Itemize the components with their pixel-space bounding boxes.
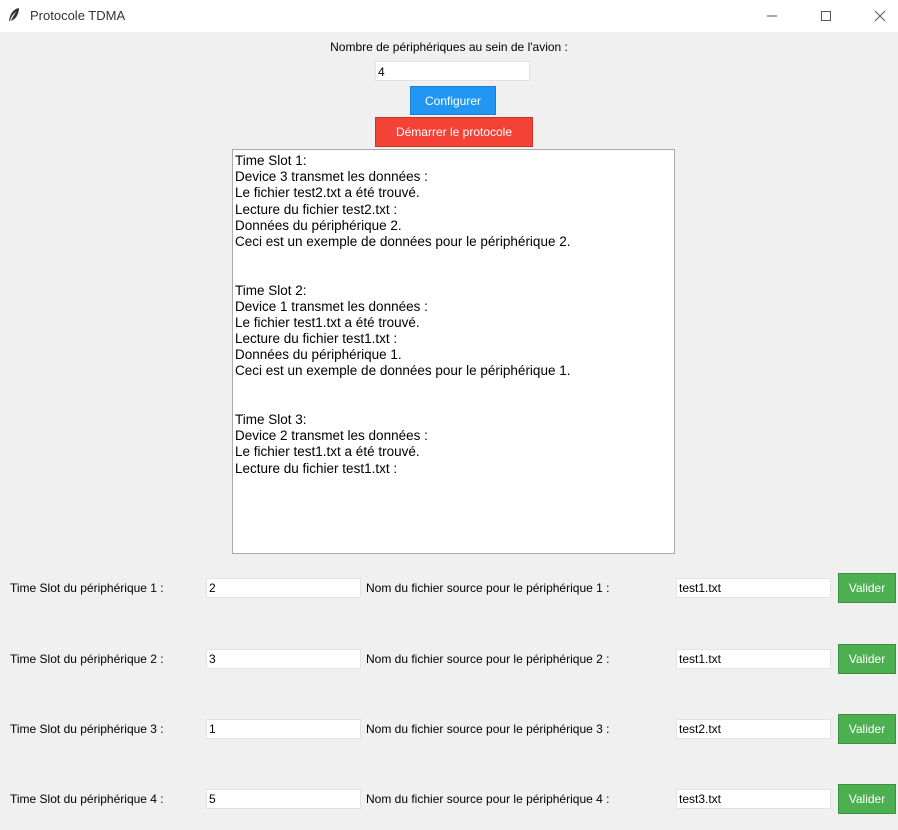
- timeslot-label: Time Slot du périphérique 1 :: [10, 581, 164, 595]
- close-button[interactable]: [858, 0, 898, 32]
- log-line: Le fichier test1.txt a été trouvé.: [235, 314, 420, 330]
- validate-button[interactable]: Valider: [838, 573, 896, 603]
- log-line: Device 3 transmet les données :: [235, 169, 428, 185]
- minimize-button[interactable]: [750, 0, 794, 32]
- window-title: Protocole TDMA: [30, 8, 126, 23]
- log-line: Données du périphérique 1.: [235, 347, 402, 363]
- log-line: Données du périphérique 2.: [235, 217, 402, 233]
- timeslot-label: Time Slot du périphérique 3 :: [10, 722, 164, 736]
- log-line: Lecture du fichier test1.txt :: [235, 460, 398, 476]
- feather-icon: [7, 7, 21, 23]
- log-line: Device 1 transmet les données :: [235, 298, 428, 314]
- source-file-label: Nom du fichier source pour le périphériq…: [366, 792, 610, 806]
- timeslot-input[interactable]: 3: [206, 649, 361, 669]
- validate-button[interactable]: Valider: [838, 784, 896, 814]
- log-line: Ceci est un exemple de données pour le p…: [235, 233, 571, 249]
- log-line: Time Slot 3:: [235, 412, 307, 427]
- log-line: Lecture du fichier test2.txt :: [235, 201, 398, 217]
- source-file-input[interactable]: test2.txt: [676, 719, 831, 739]
- minimize-icon: [767, 15, 777, 17]
- source-file-input[interactable]: test1.txt: [676, 649, 831, 669]
- log-line: Le fichier test2.txt a été trouvé.: [235, 185, 420, 201]
- timeslot-input[interactable]: 2: [206, 578, 361, 598]
- source-file-label: Nom du fichier source pour le périphériq…: [366, 652, 610, 666]
- log-line: Time Slot 1:: [235, 153, 307, 168]
- timeslot-label: Time Slot du périphérique 2 :: [10, 652, 164, 666]
- configure-button[interactable]: Configurer: [410, 86, 496, 115]
- device-row-3: Time Slot du périphérique 3 : 1 Nom du f…: [0, 712, 898, 746]
- source-file-label: Nom du fichier source pour le périphériq…: [366, 722, 610, 736]
- title-bar: Protocole TDMA: [0, 0, 898, 32]
- source-file-input[interactable]: test1.txt: [676, 578, 831, 598]
- source-file-label: Nom du fichier source pour le périphériq…: [366, 581, 610, 595]
- start-protocol-button[interactable]: Démarrer le protocole: [375, 117, 533, 147]
- maximize-button[interactable]: [804, 0, 848, 32]
- timeslot-input[interactable]: 1: [206, 719, 361, 739]
- validate-button[interactable]: Valider: [838, 714, 896, 744]
- log-line: Time Slot 2:: [235, 282, 307, 298]
- validate-button[interactable]: Valider: [838, 644, 896, 674]
- device-count-input[interactable]: 4: [375, 61, 530, 81]
- log-line: Device 2 transmet les données :: [235, 428, 428, 444]
- maximize-icon: [821, 11, 831, 21]
- device-row-4: Time Slot du périphérique 4 : 5 Nom du f…: [0, 782, 898, 816]
- device-count-label: Nombre de périphériques au sein de l'avi…: [330, 40, 568, 54]
- timeslot-input[interactable]: 5: [206, 789, 361, 809]
- log-output[interactable]: Time Slot 1: Device 3 transmet les donné…: [232, 149, 675, 554]
- log-line: Ceci est un exemple de données pour le p…: [235, 363, 571, 379]
- timeslot-label: Time Slot du périphérique 4 :: [10, 792, 164, 806]
- log-line: Le fichier test1.txt a été trouvé.: [235, 444, 420, 460]
- close-icon: [874, 10, 886, 22]
- source-file-input[interactable]: test3.txt: [676, 789, 831, 809]
- device-row-1: Time Slot du périphérique 1 : 2 Nom du f…: [0, 571, 898, 605]
- log-line: Lecture du fichier test1.txt :: [235, 331, 398, 347]
- device-row-2: Time Slot du périphérique 2 : 3 Nom du f…: [0, 642, 898, 676]
